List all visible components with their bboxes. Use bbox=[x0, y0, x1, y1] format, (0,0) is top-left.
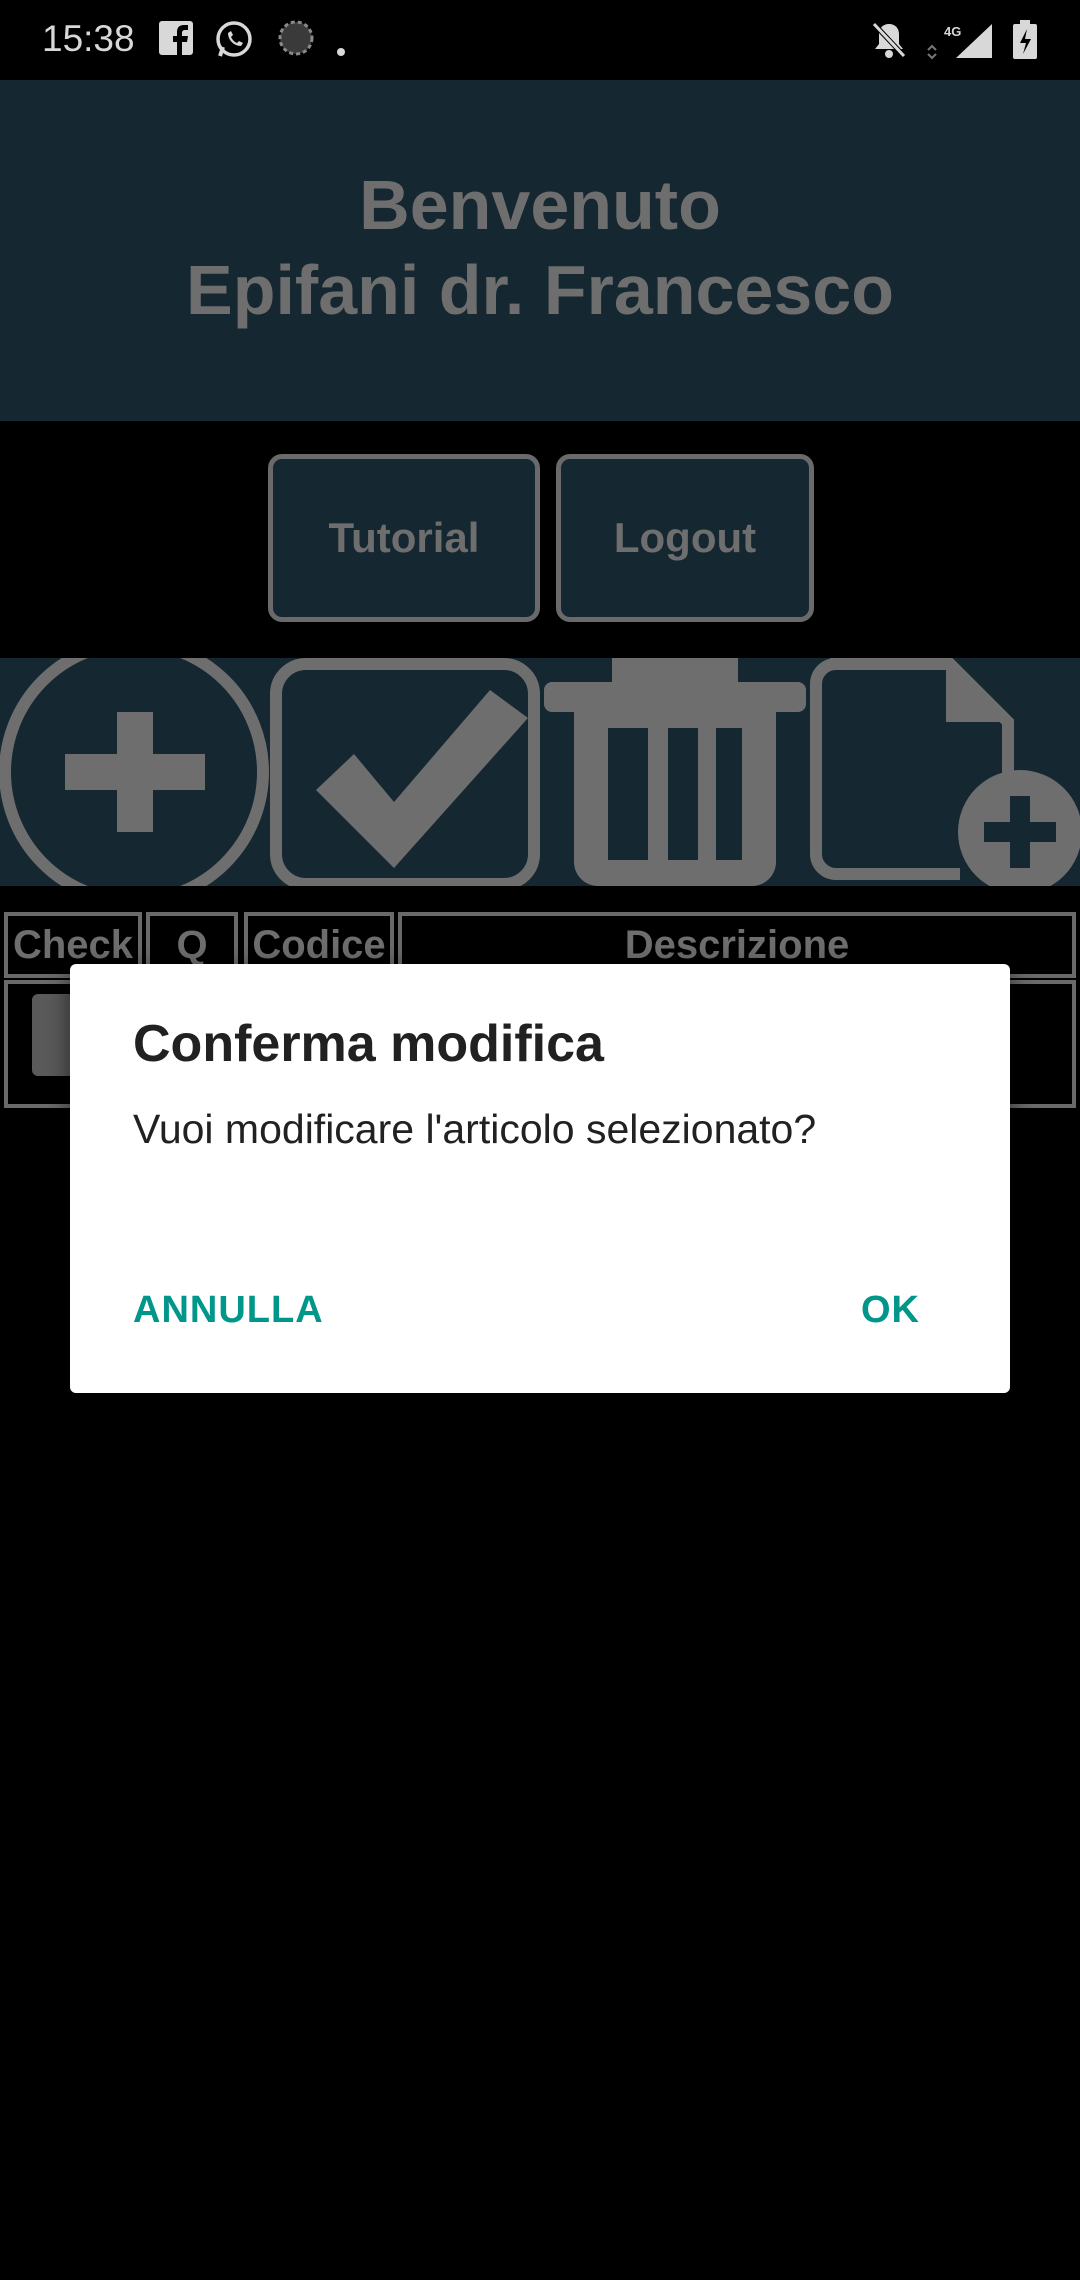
new-document-icon[interactable] bbox=[810, 658, 1080, 894]
add-circle-icon[interactable] bbox=[0, 637, 270, 907]
action-toolbar bbox=[0, 637, 1080, 907]
cancel-button[interactable]: ANNULLA bbox=[133, 1289, 324, 1332]
tutorial-button[interactable]: Tutorial bbox=[268, 454, 540, 622]
status-bar: 15:38 4G bbox=[0, 0, 1080, 80]
sync-icon bbox=[278, 20, 314, 61]
signal-4g-icon: 4G bbox=[926, 24, 994, 65]
notifications-off-icon bbox=[870, 20, 908, 65]
status-time: 15:38 bbox=[42, 18, 135, 59]
welcome-title: Benvenuto bbox=[359, 166, 721, 244]
dot-icon bbox=[336, 44, 346, 62]
facebook-icon bbox=[158, 20, 194, 61]
ok-button[interactable]: OK bbox=[861, 1289, 920, 1332]
welcome-header: Benvenuto Epifani dr. Francesco bbox=[0, 80, 1080, 421]
trash-icon[interactable] bbox=[540, 658, 810, 886]
whatsapp-icon bbox=[214, 20, 254, 65]
user-name: Epifani dr. Francesco bbox=[186, 251, 894, 329]
logout-button[interactable]: Logout bbox=[556, 454, 814, 622]
svg-text:4G: 4G bbox=[944, 24, 961, 39]
confirm-dialog: Conferma modifica Vuoi modificare l'arti… bbox=[70, 964, 1010, 1393]
screen: 15:38 4G Benvenuto Epifani dr. Francesco… bbox=[0, 0, 1080, 2280]
dialog-message: Vuoi modificare l'articolo selezionato? bbox=[133, 1106, 817, 1152]
battery-charging-icon bbox=[1012, 20, 1038, 65]
dialog-title: Conferma modifica bbox=[133, 1015, 604, 1073]
check-box-icon[interactable] bbox=[270, 658, 540, 890]
